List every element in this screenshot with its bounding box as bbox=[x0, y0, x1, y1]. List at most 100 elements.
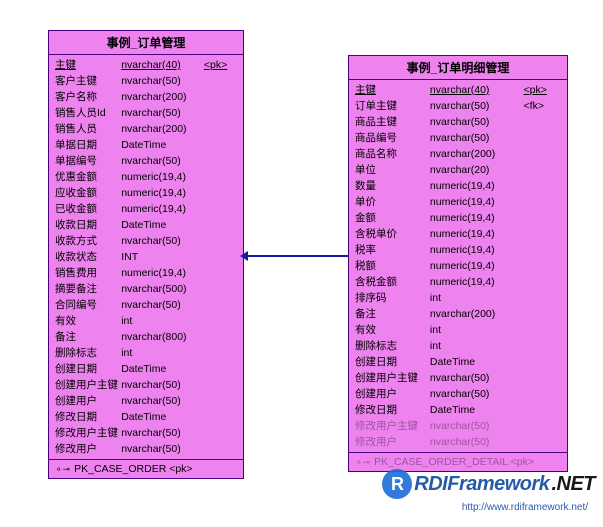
column-row: 主键nvarchar(40)<pk> bbox=[55, 57, 237, 73]
column-row: 数量numeric(19,4) bbox=[355, 178, 561, 194]
column-type: numeric(19,4) bbox=[121, 169, 204, 185]
column-key bbox=[204, 329, 237, 345]
column-name: 税率 bbox=[355, 242, 430, 258]
entity-order-detail: 事例_订单明细管理 主键nvarchar(40)<pk>订单主键nvarchar… bbox=[348, 55, 568, 472]
column-type: DateTime bbox=[121, 409, 204, 425]
column-row: 创建用户nvarchar(50) bbox=[355, 386, 561, 402]
column-key bbox=[524, 162, 561, 178]
column-type: numeric(19,4) bbox=[430, 194, 524, 210]
column-type: nvarchar(800) bbox=[121, 329, 204, 345]
column-name: 修改日期 bbox=[355, 402, 430, 418]
column-row: 含税单价numeric(19,4) bbox=[355, 226, 561, 242]
column-key bbox=[204, 233, 237, 249]
column-row: 合同编号nvarchar(50) bbox=[55, 297, 237, 313]
column-type: int bbox=[430, 290, 524, 306]
column-type: nvarchar(50) bbox=[121, 425, 204, 441]
column-name: 创建用户主键 bbox=[355, 370, 430, 386]
column-type: nvarchar(50) bbox=[430, 370, 524, 386]
column-row: 修改用户nvarchar(50) bbox=[355, 434, 561, 450]
column-row: 应收金额numeric(19,4) bbox=[55, 185, 237, 201]
column-key bbox=[204, 425, 237, 441]
column-row: 备注nvarchar(800) bbox=[55, 329, 237, 345]
column-key bbox=[204, 441, 237, 457]
column-type: nvarchar(40) bbox=[430, 82, 524, 98]
column-key bbox=[204, 297, 237, 313]
entity-order-detail-title: 事例_订单明细管理 bbox=[349, 56, 567, 80]
column-name: 销售人员 bbox=[55, 121, 121, 137]
column-key bbox=[524, 194, 561, 210]
column-name: 创建日期 bbox=[55, 361, 121, 377]
column-row: 销售人员nvarchar(200) bbox=[55, 121, 237, 137]
column-key bbox=[524, 386, 561, 402]
column-key bbox=[524, 338, 561, 354]
column-key bbox=[524, 130, 561, 146]
column-name: 合同编号 bbox=[55, 297, 121, 313]
column-row: 摘要备注nvarchar(500) bbox=[55, 281, 237, 297]
column-type: int bbox=[430, 322, 524, 338]
column-name: 订单主键 bbox=[355, 98, 430, 114]
column-key bbox=[524, 418, 561, 434]
column-row: 收款状态INT bbox=[55, 249, 237, 265]
column-name: 修改用户 bbox=[355, 434, 430, 450]
column-key bbox=[204, 409, 237, 425]
column-row: 创建日期DateTime bbox=[55, 361, 237, 377]
column-name: 删除标志 bbox=[55, 345, 121, 361]
watermark-net: .NET bbox=[551, 473, 595, 496]
entity-order-detail-pk-label: PK_CASE_ORDER_DETAIL <pk> bbox=[374, 456, 534, 468]
column-key bbox=[524, 274, 561, 290]
column-row: 税额numeric(19,4) bbox=[355, 258, 561, 274]
column-name: 删除标志 bbox=[355, 338, 430, 354]
column-type: DateTime bbox=[121, 217, 204, 233]
column-key bbox=[204, 185, 237, 201]
column-type: INT bbox=[121, 249, 204, 265]
column-name: 备注 bbox=[355, 306, 430, 322]
column-name: 商品主键 bbox=[355, 114, 430, 130]
entity-order-detail-body: 主键nvarchar(40)<pk>订单主键nvarchar(50)<fk>商品… bbox=[349, 80, 567, 452]
column-key bbox=[204, 281, 237, 297]
column-name: 含税金额 bbox=[355, 274, 430, 290]
column-name: 单据日期 bbox=[55, 137, 121, 153]
column-row: 客户主键nvarchar(50) bbox=[55, 73, 237, 89]
column-type: nvarchar(50) bbox=[430, 98, 524, 114]
column-name: 创建用户主键 bbox=[55, 377, 121, 393]
column-name: 修改日期 bbox=[55, 409, 121, 425]
column-type: numeric(19,4) bbox=[430, 178, 524, 194]
column-name: 排序码 bbox=[355, 290, 430, 306]
column-row: 主键nvarchar(40)<pk> bbox=[355, 82, 561, 98]
column-key bbox=[524, 146, 561, 162]
column-type: DateTime bbox=[121, 137, 204, 153]
watermark-text: RDIFramework bbox=[414, 473, 549, 496]
column-row: 创建日期DateTime bbox=[355, 354, 561, 370]
column-type: numeric(19,4) bbox=[430, 226, 524, 242]
column-row: 销售费用numeric(19,4) bbox=[55, 265, 237, 281]
column-type: numeric(19,4) bbox=[430, 258, 524, 274]
watermark-logo: R RDIFramework.NET bbox=[382, 469, 595, 499]
column-key bbox=[204, 361, 237, 377]
column-key bbox=[524, 370, 561, 386]
column-type: nvarchar(50) bbox=[121, 377, 204, 393]
column-key bbox=[204, 377, 237, 393]
column-name: 已收金额 bbox=[55, 201, 121, 217]
column-row: 金额numeric(19,4) bbox=[355, 210, 561, 226]
column-key bbox=[204, 105, 237, 121]
column-key bbox=[204, 265, 237, 281]
column-name: 修改用户主键 bbox=[55, 425, 121, 441]
column-row: 订单主键nvarchar(50)<fk> bbox=[355, 98, 561, 114]
watermark-url: http://www.rdiframework.net/ bbox=[462, 502, 588, 513]
column-row: 单据日期DateTime bbox=[55, 137, 237, 153]
column-key bbox=[524, 306, 561, 322]
column-type: int bbox=[121, 345, 204, 361]
column-key bbox=[524, 402, 561, 418]
column-row: 客户名称nvarchar(200) bbox=[55, 89, 237, 105]
column-row: 创建用户主键nvarchar(50) bbox=[55, 377, 237, 393]
column-type: DateTime bbox=[430, 402, 524, 418]
column-row: 删除标志int bbox=[355, 338, 561, 354]
column-key bbox=[204, 137, 237, 153]
column-key bbox=[204, 393, 237, 409]
column-name: 收款方式 bbox=[55, 233, 121, 249]
column-row: 优惠金额numeric(19,4) bbox=[55, 169, 237, 185]
column-row: 单价numeric(19,4) bbox=[355, 194, 561, 210]
column-name: 修改用户主键 bbox=[355, 418, 430, 434]
column-name: 单据编号 bbox=[55, 153, 121, 169]
column-name: 客户名称 bbox=[55, 89, 121, 105]
